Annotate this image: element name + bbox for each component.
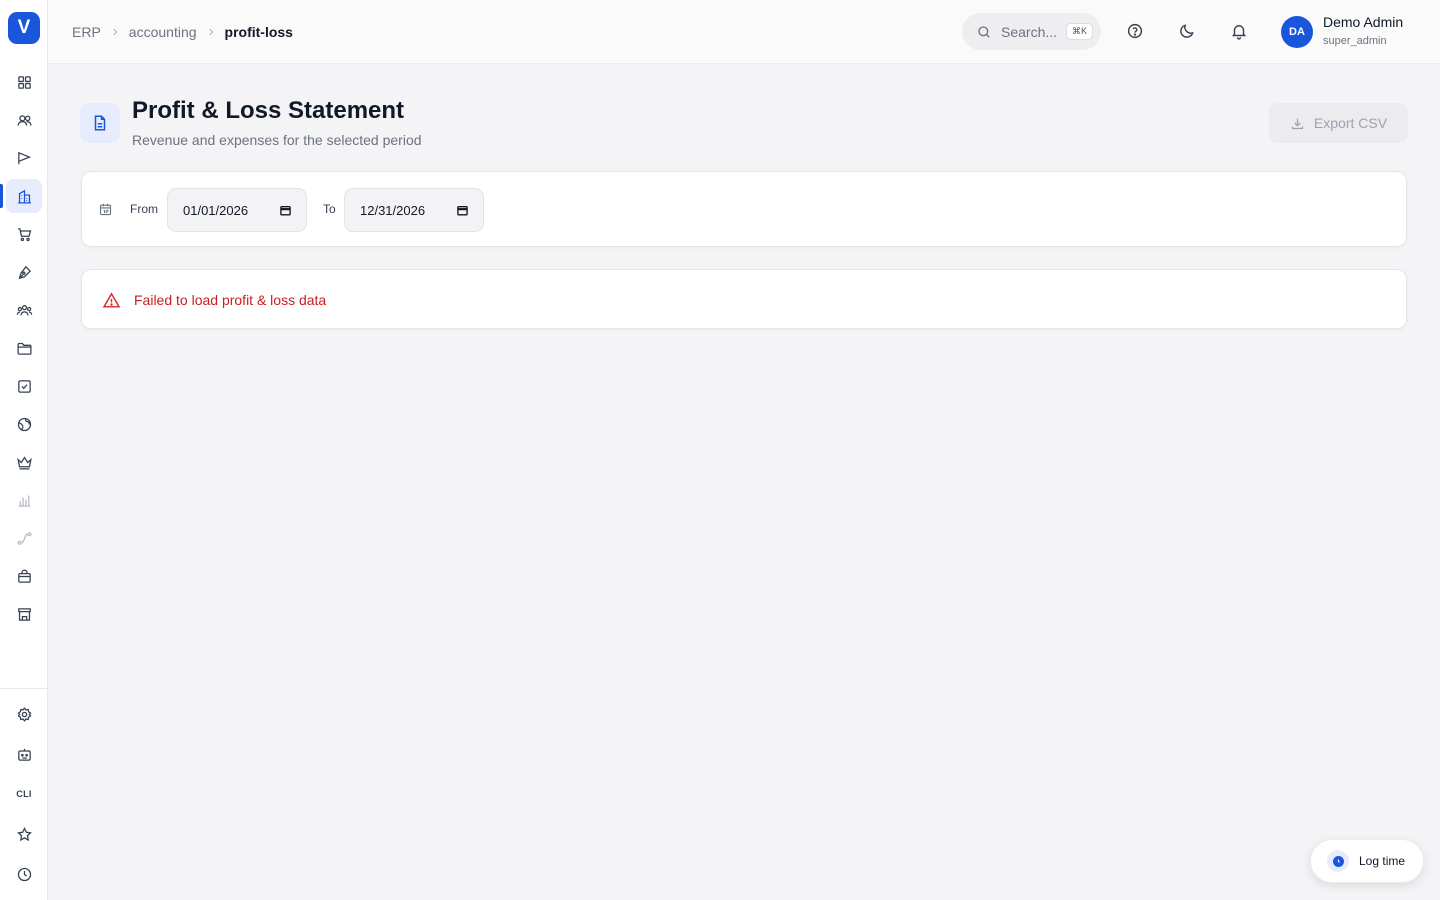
log-time-label: Log time [1359, 854, 1406, 868]
bot-icon[interactable] [6, 737, 42, 771]
globe-icon[interactable] [6, 407, 42, 441]
breadcrumb-current: profit-loss [224, 24, 293, 40]
user-role: super_admin [1323, 35, 1387, 47]
bell-icon[interactable] [1228, 20, 1250, 42]
bar-chart-icon[interactable] [6, 483, 42, 517]
to-date-input[interactable]: 12/31/2026 [344, 188, 484, 232]
calendar-picker-icon[interactable] [279, 204, 292, 217]
timer-icon [1327, 850, 1349, 872]
crown-icon[interactable] [6, 445, 42, 479]
team-icon[interactable] [6, 293, 42, 327]
warning-icon [102, 292, 121, 308]
from-date-input[interactable]: 01/01/2026 [167, 188, 307, 232]
to-label: To [323, 202, 336, 216]
app-logo[interactable]: V [8, 12, 40, 44]
top-header: ERP accounting profit-loss Search... ⌘K … [48, 0, 1440, 64]
tasks-icon[interactable] [6, 369, 42, 403]
settings-icon[interactable] [6, 697, 42, 731]
folder-icon[interactable] [6, 331, 42, 365]
users-icon[interactable] [6, 103, 42, 137]
sidebar-divider [0, 688, 48, 689]
user-name[interactable]: Demo Admin [1323, 14, 1403, 30]
cli-icon[interactable]: CLI [6, 777, 42, 811]
clock-icon[interactable] [6, 857, 42, 891]
from-date-value: 01/01/2026 [183, 202, 249, 218]
star-icon[interactable] [6, 817, 42, 851]
breadcrumb: ERP accounting profit-loss [72, 0, 293, 64]
help-icon[interactable] [1124, 20, 1146, 42]
date-filter-card: From 01/01/2026 To 12/31/2026 [81, 171, 1407, 247]
page-title: Profit & Loss Statement [132, 97, 405, 124]
document-icon [80, 103, 120, 143]
page-subtitle: Revenue and expenses for the selected pe… [132, 132, 422, 148]
chevron-right-icon [206, 27, 216, 37]
cart-icon[interactable] [6, 217, 42, 251]
active-indicator [0, 184, 3, 208]
shopping-bag-icon[interactable] [6, 559, 42, 593]
campaigns-icon[interactable] [6, 141, 42, 175]
breadcrumb-item-accounting[interactable]: accounting [129, 24, 197, 40]
accounting-icon[interactable] [6, 179, 42, 213]
error-message: Failed to load profit & loss data [134, 292, 327, 308]
search-icon [978, 25, 990, 38]
calendar-picker-icon[interactable] [456, 204, 469, 217]
store-icon[interactable] [6, 597, 42, 631]
from-label: From [130, 202, 158, 216]
avatar[interactable]: DA [1281, 16, 1313, 48]
moon-icon[interactable] [1176, 20, 1198, 42]
log-time-button[interactable]: Log time [1310, 839, 1424, 883]
chevron-right-icon [110, 27, 120, 37]
breadcrumb-item-erp[interactable]: ERP [72, 24, 101, 40]
search-shortcut: ⌘K [1066, 23, 1094, 40]
workflow-icon[interactable] [6, 521, 42, 555]
search-button[interactable]: Search... ⌘K [962, 13, 1101, 50]
to-date-value: 12/31/2026 [360, 202, 426, 218]
search-placeholder: Search... [1001, 23, 1058, 40]
error-alert: Failed to load profit & loss data [81, 269, 1407, 329]
dashboard-icon[interactable] [6, 65, 42, 99]
export-csv-button[interactable]: Export CSV [1269, 103, 1408, 143]
pen-icon[interactable] [6, 255, 42, 289]
calendar-icon [99, 203, 112, 216]
cli-label: CLI [16, 789, 32, 799]
sidebar: V CLI [0, 0, 48, 900]
download-icon [1291, 118, 1304, 129]
export-csv-label: Export CSV [1313, 115, 1388, 131]
